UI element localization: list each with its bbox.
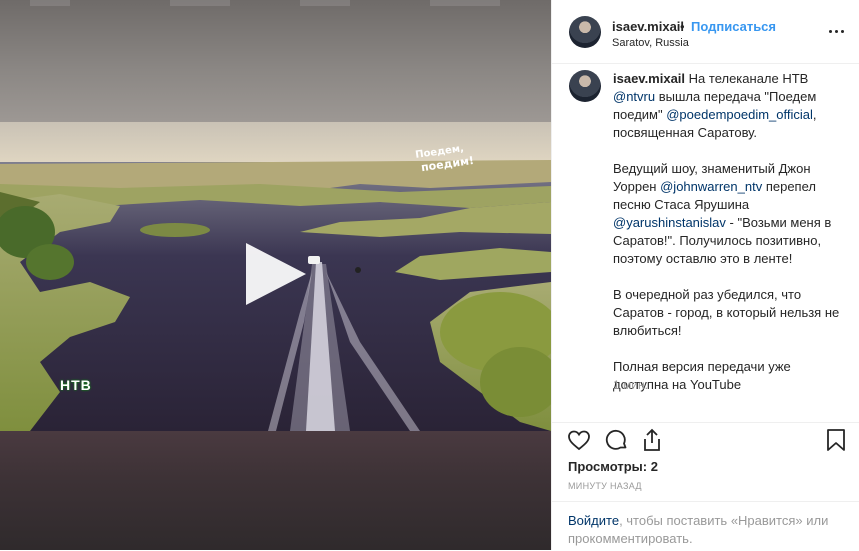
video-blur-bottom (0, 431, 551, 550)
mention-link[interactable]: @yarushinstanislav (613, 215, 726, 230)
video-blur-top (0, 0, 551, 122)
post-media[interactable]: Поедем, поедим! НТВ (0, 0, 551, 550)
views-count: Просмотры: 2 (568, 459, 658, 474)
location-link[interactable]: Saratov, Russia (612, 37, 689, 49)
username-link[interactable]: isaev.mixail (612, 19, 684, 34)
comment-icon[interactable] (605, 428, 629, 452)
caption-avatar[interactable] (569, 70, 601, 102)
caption-section: isaev.mixail На телеканале НТВ @ntvru вы… (552, 64, 859, 422)
bookmark-icon[interactable] (825, 428, 847, 452)
ntv-logo: НТВ (60, 377, 92, 393)
play-icon[interactable] (246, 243, 306, 305)
action-bar: Просмотры: 2 МИНУТУ НАЗАД (552, 422, 859, 511)
separator-dot: • (680, 19, 685, 34)
login-prompt: Войдите, чтобы поставить «Нравится» или … (552, 501, 859, 551)
avatar[interactable] (569, 16, 601, 48)
caption-text: isaev.mixail На телеканале НТВ @ntvru вы… (613, 71, 840, 392)
post-header: isaev.mixail • Подписаться Saratov, Russ… (552, 0, 859, 64)
show-logo: Поедем, поедим! (414, 140, 475, 176)
caption-timestamp[interactable]: 1 мин. (613, 378, 648, 392)
follow-button[interactable]: Подписаться (691, 19, 776, 34)
mention-link[interactable]: @ntvru (613, 89, 655, 104)
share-icon[interactable] (640, 427, 664, 453)
more-icon[interactable] (829, 24, 845, 38)
login-prompt-text: Войдите, чтобы поставить «Нравится» или … (568, 513, 829, 546)
post-age[interactable]: МИНУТУ НАЗАД (568, 481, 642, 491)
heart-icon[interactable] (567, 428, 591, 452)
mention-link[interactable]: @johnwarren_ntv (660, 179, 762, 194)
mention-link[interactable]: @poedempoedim_official (666, 107, 813, 122)
caption-username[interactable]: isaev.mixail (613, 71, 685, 86)
login-link[interactable]: Войдите (568, 513, 619, 528)
post-sidebar: isaev.mixail • Подписаться Saratov, Russ… (551, 0, 859, 550)
